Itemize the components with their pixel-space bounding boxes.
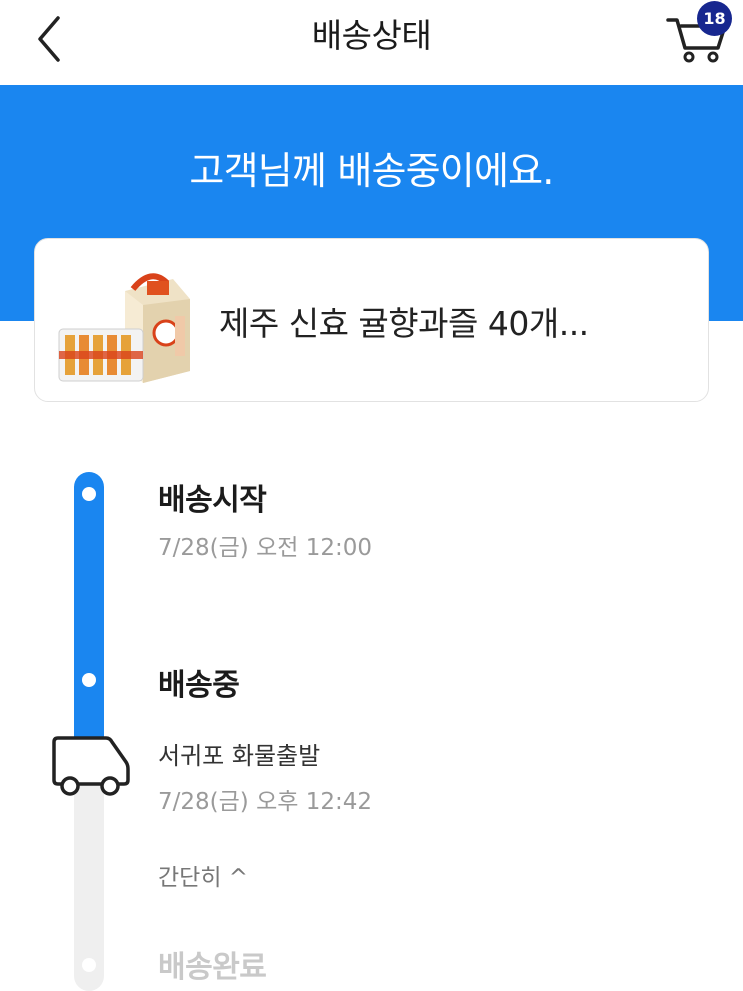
step-start-time: 7/28(금) 오전 12:00 bbox=[158, 535, 372, 561]
step-in-transit-title: 배송중 bbox=[158, 668, 240, 703]
timeline-track-progress bbox=[74, 472, 104, 772]
truck-icon bbox=[52, 736, 130, 796]
step-start-title: 배송시작 bbox=[158, 483, 267, 518]
cart-count-badge: 18 bbox=[697, 1, 732, 36]
step-in-transit-location: 서귀포 화물출발 bbox=[158, 742, 321, 770]
timeline-dot-in-transit bbox=[82, 673, 96, 687]
step-in-transit-time: 7/28(금) 오후 12:42 bbox=[158, 789, 372, 815]
product-image bbox=[58, 273, 190, 383]
product-card[interactable]: 제주 신효 귤향과즐 40개... bbox=[34, 238, 709, 402]
top-app-bar: 배송상태 18 bbox=[0, 0, 743, 85]
product-name: 제주 신효 귤향과즐 40개... bbox=[219, 304, 589, 343]
timeline-dot-complete bbox=[82, 958, 96, 972]
timeline-dot-start bbox=[82, 487, 96, 501]
delivery-status-message: 고객님께 배송중이에요. bbox=[189, 149, 554, 193]
collapse-details-button[interactable]: 간단히 ^ bbox=[158, 858, 248, 892]
page-title: 배송상태 bbox=[311, 16, 432, 55]
step-complete-title: 배송완료 bbox=[158, 950, 267, 985]
